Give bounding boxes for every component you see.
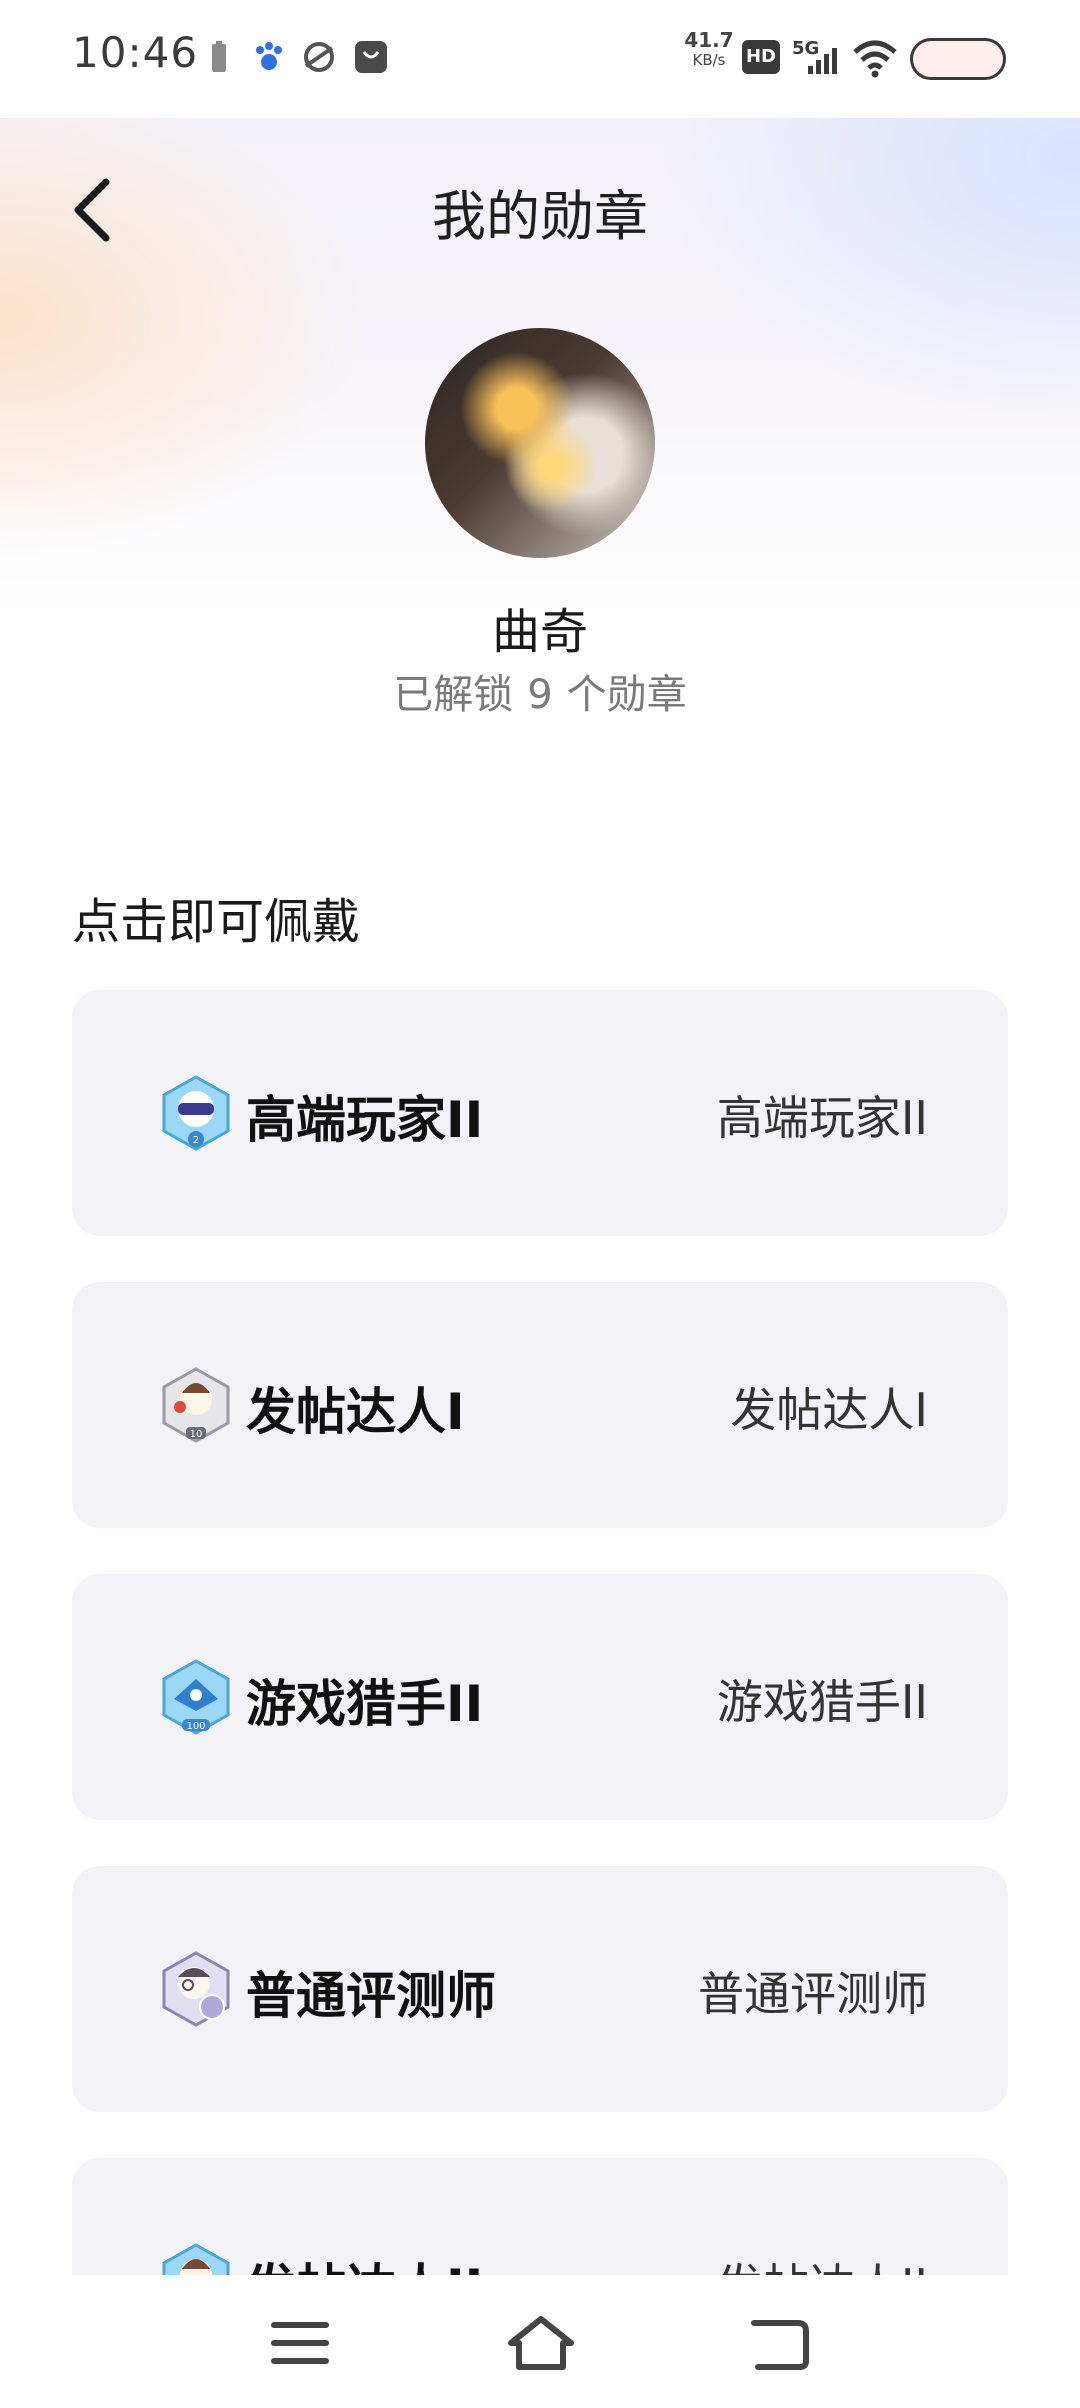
vr-headset-badge-icon: 2: [162, 1075, 230, 1151]
unlock-suffix: 个勋章: [566, 672, 687, 718]
badge-tag: 100: [186, 1721, 205, 1732]
user-name: 曲奇: [491, 604, 588, 660]
poster-badge-icon: [162, 2243, 230, 2275]
status-time: 10:46: [72, 28, 199, 77]
home-button[interactable]: [505, 2313, 577, 2373]
badge-name: 游戏猎手II: [246, 1675, 484, 1733]
poster-badge-icon: 10: [162, 1367, 230, 1443]
back-nav-button[interactable]: [748, 2313, 812, 2373]
net-speed-unit: KB/s: [692, 51, 726, 69]
section-label: 点击即可佩戴: [72, 894, 361, 950]
system-nav-bar: [0, 2275, 1080, 2408]
badge-tag: 10: [190, 1429, 203, 1440]
badge-card[interactable]: 10 发帖达人I 发帖达人I: [72, 1282, 1008, 1528]
badge-name: 发帖达人I: [246, 1383, 465, 1441]
badge-card[interactable]: 发帖达人II 发帖达人II: [72, 2158, 1008, 2275]
badge-value: 发帖达人I: [730, 1383, 928, 1437]
menu-icon: [271, 2322, 329, 2364]
badge-card[interactable]: 100 游戏猎手II 游戏猎手II: [72, 1574, 1008, 1820]
badge-name: 普通评测师: [246, 1967, 496, 2025]
status-bar: 10:46 41.7 KB/s HD 5G: [0, 0, 1080, 118]
unlock-summary: 已解锁 9 个勋章: [0, 662, 1080, 720]
return-icon: [751, 2320, 809, 2370]
wifi-icon: [853, 40, 897, 78]
avatar: [425, 328, 655, 558]
badge-card[interactable]: 普通评测师 普通评测师: [72, 1866, 1008, 2112]
net-speed: 41.7 KB/s: [684, 30, 734, 70]
baidu-paw-icon: [256, 42, 282, 70]
home-icon: [508, 2316, 574, 2370]
badge-value: 游戏猎手II: [716, 1675, 928, 1729]
net-speed-value: 41.7: [684, 28, 734, 52]
page-title: 我的勋章: [432, 185, 648, 248]
badge-card[interactable]: 2 高端玩家II 高端玩家II: [72, 990, 1008, 1236]
badge-name: 高端玩家II: [246, 1091, 484, 1149]
battery-saver-icon: [212, 41, 226, 72]
badge-value: 高端玩家II: [716, 1091, 928, 1145]
unlock-prefix: 已解锁: [393, 672, 514, 718]
badge-list: 2 高端玩家II 高端玩家II 10 发帖达人I 发帖达人I 100 游戏猎手I…: [72, 990, 1008, 2275]
reviewer-badge-icon: [162, 1951, 230, 2027]
menu-button[interactable]: [268, 2313, 332, 2373]
battery-pill: [910, 38, 1006, 80]
hunter-badge-icon: 100: [162, 1659, 230, 1735]
badge-value: 发帖达人II: [717, 2250, 928, 2275]
shopping-bag-icon: [355, 41, 387, 73]
app-ring-icon: [304, 42, 334, 72]
badge-tag: 2: [193, 1135, 199, 1146]
signal-bars-icon: [808, 48, 837, 74]
unlock-count: 9: [527, 672, 553, 718]
badge-name: 发帖达人II: [246, 2248, 483, 2275]
badge-value: 普通评测师: [698, 1967, 928, 2021]
hd-badge: HD: [742, 40, 780, 74]
